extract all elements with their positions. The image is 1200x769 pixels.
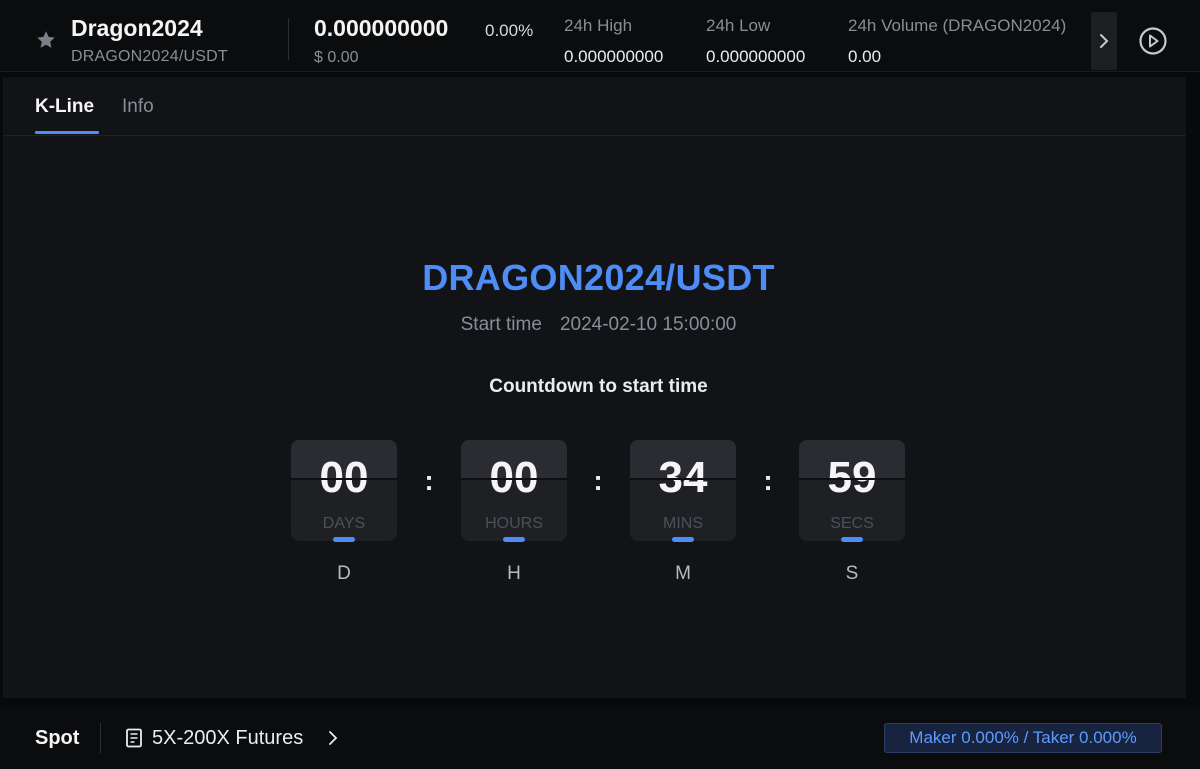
chart-panel: K-Line Info DRAGON2024/USDT Start time 20… [3,77,1186,698]
tab-divider [3,135,1186,136]
header-divider [288,18,289,60]
start-time-label: Start time [460,314,542,335]
market-footer: Spot 5X-200X Futures Maker 0.000% / Take… [0,707,1200,769]
countdown-mins-unit: MINS [663,515,703,532]
last-price: 0.000000000 [314,15,449,41]
play-circle-icon[interactable] [1138,26,1168,56]
stat-low-label: 24h Low [706,16,771,35]
tab-kline[interactable]: K-Line [35,96,94,118]
stat-volume-value: 0.00 [848,47,882,66]
ticker-header: Dragon2024 DRAGON2024/USDT 0.000000000 0… [0,0,1200,72]
listing-pair-title: DRAGON2024/USDT [422,257,775,298]
countdown-separator: : [593,465,603,496]
scroll-right-button[interactable] [1091,12,1117,70]
countdown-secs-letter: S [845,563,859,584]
countdown-mins-card: 34 MINS [630,440,736,542]
fee-badge: Maker 0.000% / Taker 0.000% [884,723,1162,753]
active-tab-indicator [35,131,99,134]
tab-info[interactable]: Info [122,96,154,118]
token-symbol: Dragon2024 [71,15,203,41]
spot-label[interactable]: Spot [35,727,79,750]
stat-high-value: 0.000000000 [564,47,664,66]
usd-price: $ 0.00 [314,49,359,66]
countdown-hours-letter: H [507,563,521,584]
futures-link[interactable]: 5X-200X Futures [152,727,303,750]
chevron-right-icon [1100,34,1109,48]
stat-high-label: 24h High [564,16,633,35]
footer-divider [100,723,101,753]
stat-low-value: 0.000000000 [706,47,806,66]
price-change: 0.00% [485,21,534,40]
document-icon [126,728,142,748]
countdown-secs-unit: SECS [830,515,874,532]
countdown-mins-letter: M [675,563,691,584]
stat-volume-label: 24h Volume (DRAGON2024) [848,16,1067,35]
countdown-title: Countdown to start time [489,376,708,397]
star-icon[interactable] [35,29,57,51]
countdown-separator: : [424,465,434,496]
countdown-days-letter: D [337,563,351,584]
start-time-value: 2024-02-10 15:00:00 [559,314,737,335]
countdown-secs-card: 59 SECS [799,440,905,542]
chevron-right-icon[interactable] [326,729,340,747]
countdown-days-unit: DAYS [322,515,366,532]
trading-pair: DRAGON2024/USDT [71,48,228,65]
countdown-days-card: 00 DAYS [291,440,397,542]
countdown-hours-unit: HOURS [485,515,543,532]
start-time-line: Start time 2024-02-10 15:00:00 [3,314,1194,336]
countdown-separator: : [763,465,773,496]
countdown-hours-card: 00 HOURS [461,440,567,542]
